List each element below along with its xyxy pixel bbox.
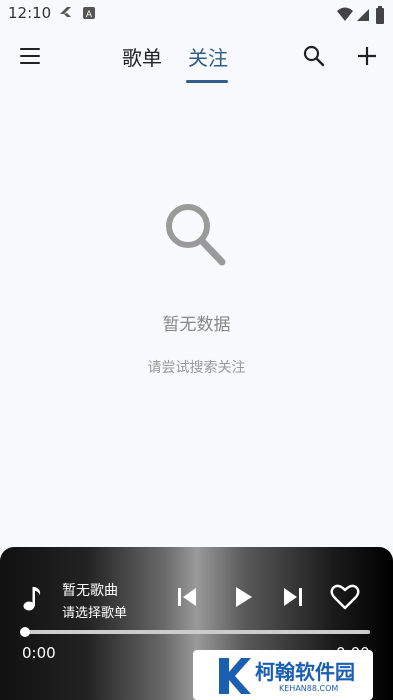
svg-text:A: A xyxy=(86,10,93,20)
search-icon xyxy=(303,45,325,67)
skip-next-button[interactable] xyxy=(282,585,304,609)
tab-following[interactable]: 关注 xyxy=(188,42,228,71)
flutter-icon xyxy=(60,7,71,17)
wifi-icon xyxy=(337,7,353,21)
play-button[interactable] xyxy=(232,585,254,609)
time-current: 0:00 xyxy=(22,644,56,662)
watermark-logo-icon xyxy=(219,658,251,694)
status-time: 12:10 xyxy=(8,4,52,22)
empty-search-icon xyxy=(166,204,226,266)
search-button[interactable] xyxy=(302,44,326,68)
song-title: 暂无歌曲 xyxy=(62,583,118,599)
tab-playlists[interactable]: 歌单 xyxy=(122,42,162,71)
add-button[interactable] xyxy=(355,44,379,68)
progress-knob[interactable] xyxy=(20,627,30,637)
status-bar: 12:10 A xyxy=(0,0,393,28)
add-icon xyxy=(358,47,376,65)
music-note-icon xyxy=(23,587,41,611)
signal-icon xyxy=(357,9,369,21)
active-tab-indicator xyxy=(186,80,228,83)
empty-state-title: 暂无数据 xyxy=(162,315,231,335)
battery-icon xyxy=(376,6,384,24)
song-subtitle: 请选择歌单 xyxy=(62,606,128,621)
app-a-icon: A xyxy=(83,7,95,20)
skip-previous-button[interactable] xyxy=(176,585,198,609)
watermark-url: KEHAN88.COM xyxy=(279,684,339,693)
watermark: 柯翰软件园 KEHAN88.COM xyxy=(193,650,373,700)
watermark-name: 柯翰软件园 xyxy=(255,660,355,684)
menu-button[interactable] xyxy=(20,48,42,64)
heart-button[interactable] xyxy=(330,583,360,611)
top-app-bar: 歌单 关注 xyxy=(0,28,393,84)
progress-bar[interactable] xyxy=(24,630,370,634)
empty-state-subtitle: 请尝试搜索关注 xyxy=(147,360,246,376)
